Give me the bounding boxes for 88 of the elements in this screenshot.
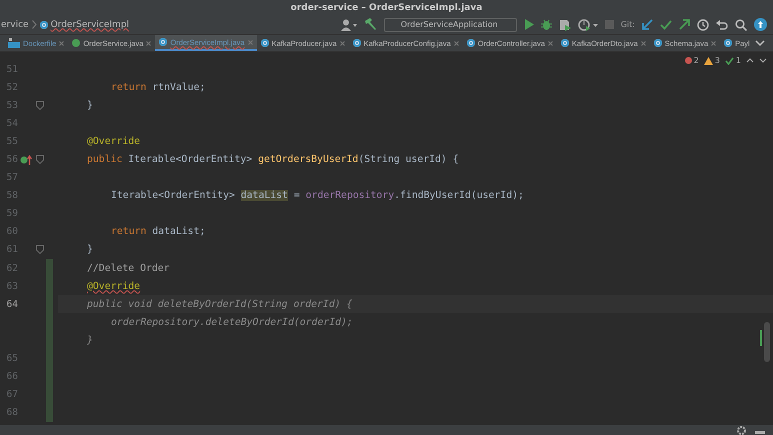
profiler-icon[interactable]: [578, 18, 598, 30]
typo-count[interactable]: 1: [724, 56, 741, 65]
chevron-up-icon[interactable]: [746, 58, 754, 63]
update-icon[interactable]: [754, 18, 767, 31]
method-name: getOrdersByUserId: [258, 154, 358, 166]
keyword: public: [87, 154, 122, 166]
line-number: 57: [6, 172, 18, 184]
run-icon[interactable]: [524, 19, 534, 30]
code-text: (String userId) {: [358, 154, 459, 166]
class-icon: [466, 39, 475, 47]
class-icon: [560, 39, 569, 47]
user-icon[interactable]: [340, 18, 357, 30]
class-icon: [260, 39, 269, 47]
line-number: 62: [6, 262, 18, 274]
code-text: Iterable<OrderEntity>: [111, 190, 236, 202]
hammer-icon[interactable]: [364, 18, 377, 31]
field-name: orderRepository: [306, 190, 394, 202]
fold-icon[interactable]: [36, 155, 44, 164]
class-icon: [654, 39, 662, 47]
line-number: 59: [6, 208, 18, 220]
breadcrumb-item[interactable]: ervice: [1, 20, 29, 30]
close-icon[interactable]: [146, 40, 152, 46]
chevron-down-icon[interactable]: [759, 58, 767, 63]
line-number: 56: [6, 154, 18, 166]
docker-icon: [8, 38, 20, 48]
fold-icon[interactable]: [36, 100, 44, 110]
code-text: }: [87, 334, 93, 346]
line-number: 52: [6, 82, 18, 93]
line-number: 67: [6, 389, 18, 400]
minimize-icon[interactable]: [755, 431, 765, 435]
keyword: return: [111, 226, 146, 238]
error-count[interactable]: 2: [684, 56, 699, 65]
annotation: @Override: [87, 280, 140, 292]
line-number: 65: [6, 353, 18, 364]
git-label: Git:: [620, 20, 635, 29]
line-number: 66: [6, 371, 18, 382]
line-number: 63: [6, 280, 18, 292]
line-number: 61: [6, 244, 18, 256]
push-arrow-icon[interactable]: [679, 19, 690, 30]
breadcrumb-item[interactable]: OrderServiceImpl: [50, 20, 130, 30]
close-icon[interactable]: [640, 40, 646, 46]
coverage-icon[interactable]: [558, 18, 571, 30]
close-icon[interactable]: [248, 40, 253, 44]
code-text: }: [87, 100, 93, 111]
clock-icon[interactable]: [697, 18, 709, 30]
search-icon[interactable]: [735, 18, 747, 30]
class-icon: [724, 39, 732, 47]
commit-check-icon[interactable]: [660, 20, 672, 30]
line-number: 54: [6, 118, 18, 129]
code-text: orderRepository.deleteByOrderId(orderId);: [111, 316, 353, 328]
code-text: }: [87, 244, 93, 256]
code-text: .findByUserId(userId);: [394, 190, 524, 202]
code-text: =: [292, 190, 301, 202]
annotation: @Override: [87, 136, 140, 147]
class-icon: [159, 38, 168, 46]
close-icon[interactable]: [711, 40, 716, 46]
line-number: 60: [6, 226, 18, 238]
close-icon[interactable]: [59, 40, 64, 46]
fold-icon[interactable]: [36, 245, 44, 254]
interface-icon: [72, 39, 80, 47]
update-arrow-icon[interactable]: [642, 19, 653, 30]
debug-icon[interactable]: [540, 19, 552, 30]
close-icon[interactable]: [548, 40, 553, 46]
close-icon[interactable]: [454, 40, 459, 46]
line-number: 64: [6, 298, 18, 310]
chevron-icon: [32, 20, 37, 29]
class-icon: [352, 39, 361, 47]
line-number: 51: [6, 64, 18, 75]
code-text: dataList;: [151, 226, 206, 238]
line-number: 53: [6, 100, 18, 111]
override-icon[interactable]: [20, 154, 32, 165]
line-number: 58: [6, 190, 18, 202]
settings-icon[interactable]: [737, 426, 746, 435]
line-number: 55: [6, 136, 18, 147]
code-text: public void deleteByOrderId(String orderId) {: [87, 298, 352, 310]
scrollbar-thumb[interactable]: [764, 322, 770, 362]
run-configuration-dropdown[interactable]: OrderServiceApplication: [384, 18, 517, 32]
variable: dataList: [240, 190, 288, 202]
class-icon: [40, 20, 48, 28]
window-title: order-service – OrderServiceImpl.java: [290, 2, 482, 12]
code-text: rtnValue;: [151, 82, 206, 93]
code-text: Iterable<OrderEntity>: [127, 154, 254, 166]
chevron-down-icon[interactable]: [755, 40, 765, 46]
close-icon[interactable]: [340, 40, 345, 46]
comment: //Delete Order: [87, 262, 170, 274]
line-number: 68: [6, 407, 18, 418]
undo-icon[interactable]: [716, 18, 728, 30]
keyword: return: [111, 82, 146, 93]
